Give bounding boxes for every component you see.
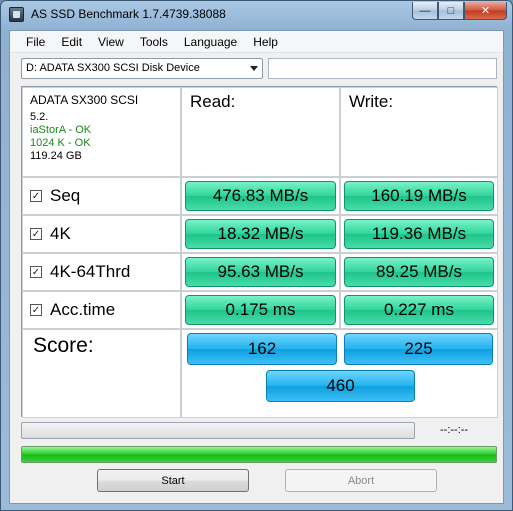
test-acctime-checkbox[interactable]: ✓ xyxy=(30,304,42,316)
drive-info-panel: ADATA SX300 SCSI 5.2. iaStorA - OK 1024 … xyxy=(22,87,181,177)
seq-read-result: 476.83 MB/s xyxy=(185,181,336,211)
menu-file[interactable]: File xyxy=(18,35,53,49)
score-total: 460 xyxy=(266,370,415,402)
overall-progress-bar xyxy=(21,446,497,463)
chevron-down-icon xyxy=(250,66,258,71)
drive-name: ADATA SX300 SCSI xyxy=(30,93,139,107)
results-grid: ADATA SX300 SCSI 5.2. iaStorA - OK 1024 … xyxy=(21,86,498,418)
test-4k64-checkbox[interactable]: ✓ xyxy=(30,266,42,278)
start-button[interactable]: Start xyxy=(97,469,249,492)
score-label: Score: xyxy=(22,329,181,418)
menu-edit[interactable]: Edit xyxy=(53,35,90,49)
drive-capacity: 119.24 GB xyxy=(30,150,82,162)
acctime-read-result: 0.175 ms xyxy=(185,295,336,325)
test-4k-label: ✓ 4K xyxy=(22,215,181,253)
window-title: AS SSD Benchmark 1.7.4739.38088 xyxy=(31,7,226,21)
4k64-read-cell: 95.63 MB/s xyxy=(181,253,340,291)
write-header: Write: xyxy=(340,87,498,177)
acctime-write-cell: 0.227 ms xyxy=(340,291,498,329)
menu-language[interactable]: Language xyxy=(176,35,245,49)
alignment-status: 1024 K - OK xyxy=(30,137,91,149)
test-4k-checkbox[interactable]: ✓ xyxy=(30,228,42,240)
device-dropdown-value: D: ADATA SX300 SCSI Disk Device xyxy=(26,62,200,74)
seq-write-cell: 160.19 MB/s xyxy=(340,177,498,215)
maximize-button[interactable]: □ xyxy=(438,2,464,20)
window-controls: — □ ✕ xyxy=(412,2,507,21)
abort-button[interactable]: Abort xyxy=(285,469,437,492)
test-progress-bar xyxy=(21,422,415,439)
4k64-read-result: 95.63 MB/s xyxy=(185,257,336,287)
minimize-button[interactable]: — xyxy=(412,2,438,20)
seq-read-cell: 476.83 MB/s xyxy=(181,177,340,215)
test-acctime-label: ✓ Acc.time xyxy=(22,291,181,329)
menu-tools[interactable]: Tools xyxy=(132,35,176,49)
menu-bar: File Edit View Tools Language Help xyxy=(10,31,503,53)
acctime-write-result: 0.227 ms xyxy=(344,295,494,325)
test-name: Seq xyxy=(50,186,81,205)
score-write: 225 xyxy=(344,333,493,365)
4k-write-result: 119.36 MB/s xyxy=(344,219,494,249)
4k64-write-cell: 89.25 MB/s xyxy=(340,253,498,291)
device-dropdown[interactable]: D: ADATA SX300 SCSI Disk Device xyxy=(21,58,263,79)
test-name: 4K-64Thrd xyxy=(50,262,131,281)
seq-write-result: 160.19 MB/s xyxy=(344,181,494,211)
overall-progress-fill xyxy=(22,447,496,462)
4k-read-result: 18.32 MB/s xyxy=(185,219,336,249)
client-area: File Edit View Tools Language Help D: AD… xyxy=(9,30,504,504)
drive-firmware: 5.2. xyxy=(30,111,49,123)
4k-read-cell: 18.32 MB/s xyxy=(181,215,340,253)
close-button[interactable]: ✕ xyxy=(464,2,507,20)
path-input[interactable] xyxy=(268,58,497,79)
app-icon xyxy=(9,7,24,22)
driver-status: iaStorA - OK xyxy=(30,124,92,136)
4k-write-cell: 119.36 MB/s xyxy=(340,215,498,253)
read-header: Read: xyxy=(181,87,340,177)
test-name: Acc.time xyxy=(50,300,116,319)
score-area: 162 225 460 xyxy=(181,329,498,418)
test-seq-label: ✓ Seq xyxy=(22,177,181,215)
menu-view[interactable]: View xyxy=(90,35,132,49)
test-name: 4K xyxy=(50,224,71,243)
menu-help[interactable]: Help xyxy=(245,35,286,49)
test-seq-checkbox[interactable]: ✓ xyxy=(30,190,42,202)
title-bar[interactable]: AS SSD Benchmark 1.7.4739.38088 — □ ✕ xyxy=(1,1,512,29)
test-4k64-label: ✓ 4K-64Thrd xyxy=(22,253,181,291)
4k64-write-result: 89.25 MB/s xyxy=(344,257,494,287)
app-window: AS SSD Benchmark 1.7.4739.38088 — □ ✕ Fi… xyxy=(0,0,513,511)
score-read: 162 xyxy=(187,333,337,365)
acctime-read-cell: 0.175 ms xyxy=(181,291,340,329)
elapsed-time: --:--:-- xyxy=(440,424,469,436)
